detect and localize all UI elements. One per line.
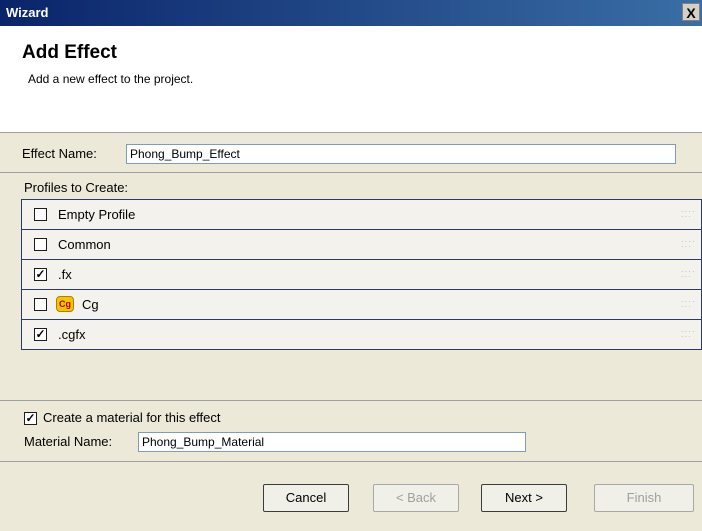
- effect-name-label: Effect Name:: [22, 146, 97, 161]
- profile-label: Cg: [82, 297, 99, 312]
- wizard-header: Add Effect Add a new effect to the proje…: [0, 26, 702, 133]
- title-bar: Wizard X: [0, 0, 702, 26]
- empty-profile-checkbox[interactable]: [34, 208, 47, 221]
- page-title: Add Effect: [22, 42, 117, 63]
- divider: [0, 400, 702, 401]
- profile-row-fx[interactable]: ✓ .fx ···· ···: [21, 260, 702, 290]
- fx-checkbox[interactable]: ✓: [34, 268, 47, 281]
- drag-grip-icon[interactable]: ···· ···: [681, 268, 695, 281]
- cg-checkbox[interactable]: [34, 298, 47, 311]
- effect-name-row: Effect Name:: [22, 146, 97, 161]
- profile-label: Empty Profile: [58, 207, 136, 222]
- divider: [0, 172, 702, 173]
- cancel-button[interactable]: Cancel: [263, 484, 349, 512]
- profile-row-cgfx[interactable]: ✓ .cgfx ···· ···: [21, 320, 702, 350]
- material-name-input[interactable]: [138, 432, 526, 452]
- effect-name-input[interactable]: [126, 144, 676, 164]
- create-material-label: Create a material for this effect: [43, 410, 221, 425]
- finish-button[interactable]: Finish: [594, 484, 694, 512]
- page-subtitle: Add a new effect to the project.: [28, 72, 194, 86]
- drag-grip-icon[interactable]: ···· ···: [681, 298, 695, 311]
- profile-row-cg[interactable]: Cg Cg ···· ···: [21, 290, 702, 320]
- cg-icon: Cg: [56, 296, 74, 312]
- profile-label: Common: [58, 237, 111, 252]
- profile-row-common[interactable]: Common ···· ···: [21, 230, 702, 260]
- divider: [0, 461, 702, 462]
- create-material-checkbox[interactable]: ✓: [24, 412, 37, 426]
- drag-grip-icon[interactable]: ···· ···: [681, 328, 695, 341]
- cgfx-checkbox[interactable]: ✓: [34, 328, 47, 341]
- next-button[interactable]: Next >: [481, 484, 567, 512]
- profile-row-empty-profile[interactable]: Empty Profile ···· ···: [21, 199, 702, 230]
- profile-label: .fx: [58, 267, 72, 282]
- close-icon[interactable]: X: [682, 3, 700, 21]
- common-checkbox[interactable]: [34, 238, 47, 251]
- create-material-row[interactable]: ✓ Create a material for this effect: [24, 410, 221, 426]
- back-button[interactable]: < Back: [373, 484, 459, 512]
- window-title: Wizard: [6, 5, 49, 20]
- profiles-list: Empty Profile ···· ··· Common ···· ··· ✓ .…: [21, 199, 702, 350]
- drag-grip-icon[interactable]: ···· ···: [681, 208, 695, 221]
- drag-grip-icon[interactable]: ···· ···: [681, 238, 695, 251]
- profile-label: .cgfx: [58, 327, 86, 342]
- material-name-label: Material Name:: [24, 434, 113, 449]
- profiles-label: Profiles to Create:: [24, 180, 129, 195]
